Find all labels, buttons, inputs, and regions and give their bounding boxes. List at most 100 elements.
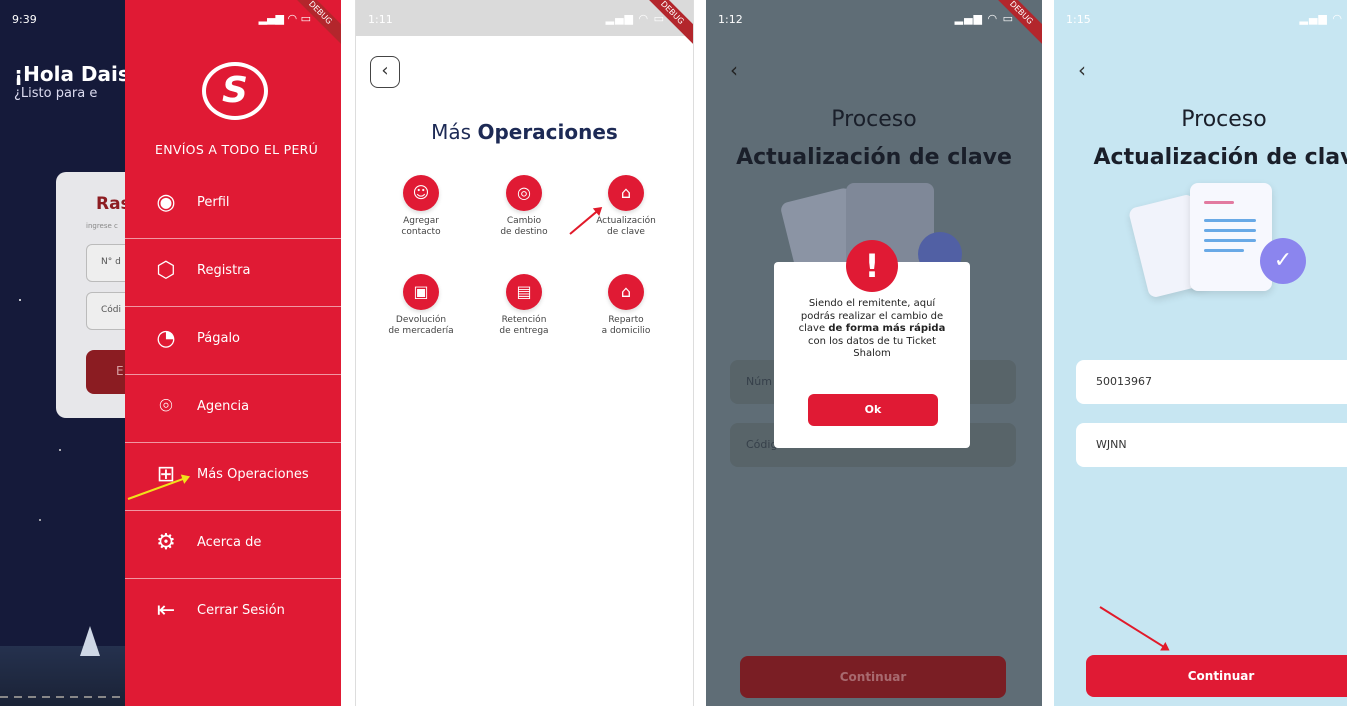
menu-item-pagalo[interactable]: ◔ Págalo: [125, 306, 341, 375]
screen-menu: 9:39 ¡Hola Dais ¿Listo para e Ras ingres…: [0, 0, 341, 706]
status-bar: 1:15 ▂▄▆ ◠: [1054, 0, 1347, 36]
chevron-left-icon: ‹: [730, 58, 738, 82]
status-bar: 1:11 ▂▄▆ ◠ ▭ DEBUG: [356, 0, 693, 50]
pay-icon: ◔: [156, 326, 176, 351]
document-illustration: [1190, 183, 1272, 291]
menu-item-acerca-de[interactable]: ⚙ Acerca de: [125, 510, 341, 579]
ticket-number-input[interactable]: 50013967: [1076, 360, 1347, 404]
op-line1: Retención: [501, 315, 547, 325]
hold-box-icon: ▤: [506, 274, 542, 310]
status-time: 1:15: [1066, 13, 1091, 26]
add-contact-icon: ☺: [403, 175, 439, 211]
order-code-placeholder: Códi: [101, 305, 122, 315]
op-cambio-destino[interactable]: ◎ Cambio de destino: [479, 175, 569, 238]
continue-button[interactable]: Continuar: [1086, 655, 1347, 697]
logout-icon: ⇤: [156, 598, 176, 623]
home-icon: ⌂: [608, 274, 644, 310]
menu-item-label: Acerca de: [197, 535, 262, 550]
op-line1: Devolución: [395, 315, 447, 325]
gear-icon: ⚙: [156, 530, 176, 555]
doc-line: [1204, 249, 1244, 252]
op-reparto-domicilio[interactable]: ⌂ Reparto a domicilio: [581, 274, 671, 337]
op-line2: a domicilio: [601, 326, 651, 336]
continue-button[interactable]: Continuar: [740, 656, 1006, 698]
back-button[interactable]: ‹: [730, 58, 738, 82]
chevron-left-icon: ‹: [1078, 58, 1086, 82]
status-time: 1:12: [718, 13, 743, 26]
back-button[interactable]: ‹: [1078, 58, 1086, 82]
ok-button[interactable]: Ok: [808, 394, 938, 426]
back-button[interactable]: ‹: [370, 56, 400, 88]
shalom-logo: S: [202, 62, 268, 120]
drawer-status-bar: ▂▄▆ ◠ ▭ DEBUG: [125, 0, 341, 50]
op-retencion-entrega[interactable]: ▤ Retención de entrega: [479, 274, 569, 337]
status-time: 1:11: [368, 13, 393, 26]
op-line2: de clave: [607, 227, 645, 237]
doc-line: [1204, 201, 1234, 204]
location-icon: ⌾: [159, 394, 173, 419]
side-drawer: ▂▄▆ ◠ ▭ DEBUG S ENVÍOS A TODO EL PERÚ ◉ …: [125, 0, 341, 706]
op-line2: contacto: [401, 227, 441, 237]
page-title-line2: Actualización de clav: [1093, 145, 1347, 170]
title-bold: Operaciones: [477, 120, 618, 144]
op-line1: Agregar: [403, 216, 439, 226]
menu-item-label: Cerrar Sesión: [197, 603, 285, 618]
op-line1: Actualización: [596, 216, 656, 226]
menu-item-label: Registra: [197, 263, 251, 278]
doc-line: [1204, 229, 1256, 232]
lock-icon: ⌂: [608, 175, 644, 211]
op-agregar-contacto[interactable]: ☺ Agregar contacto: [376, 175, 466, 238]
doc-line: [1204, 239, 1256, 242]
ticket-number-value: 50013967: [1096, 375, 1152, 388]
menu-item-mas-operaciones[interactable]: ⊞ Más Operaciones: [125, 442, 341, 511]
box-icon: ⬡: [156, 258, 176, 283]
title-light: Más: [431, 120, 472, 144]
order-number-placeholder: N° d: [101, 257, 121, 267]
menu-item-label: Agencia: [197, 399, 250, 414]
order-code-value: WJNN: [1096, 438, 1127, 451]
page-title-line1: Proceso: [831, 107, 917, 132]
road-illustration: [0, 696, 130, 698]
signal-icon: ▂▄▆ ◠ ▭: [954, 12, 1014, 25]
menu-item-cerrar-sesion[interactable]: ⇤ Cerrar Sesión: [125, 578, 341, 646]
greeting-subtitle: ¿Listo para e: [14, 86, 98, 101]
return-box-icon: ▣: [403, 274, 439, 310]
op-line1: Reparto: [608, 315, 644, 325]
menu-item-registra[interactable]: ⬡ Registra: [125, 238, 341, 307]
ticket-number-placeholder: Núm: [746, 375, 772, 388]
menu-item-perfil[interactable]: ◉ Perfil: [125, 170, 341, 239]
card-hint: ingrese c: [86, 222, 118, 230]
op-devolucion-mercaderia[interactable]: ▣ Devolución de mercadería: [376, 274, 466, 337]
screen-proceso-filled: 1:15 ▂▄▆ ◠ ‹ Proceso Actualización de cl…: [1054, 0, 1347, 706]
menu-item-agencia[interactable]: ⌾ Agencia: [125, 374, 341, 443]
op-line2: de destino: [500, 227, 548, 237]
boat-illustration: [80, 626, 100, 656]
page-title-line2: Actualización de clave: [736, 145, 1012, 170]
status-time: 9:39: [12, 13, 37, 26]
user-icon: ◉: [156, 190, 176, 215]
chevron-left-icon: ‹: [381, 60, 389, 81]
signal-icon: ▂▄▆ ◠ ▭: [258, 12, 311, 25]
screen-mas-operaciones: 1:11 ▂▄▆ ◠ ▭ DEBUG ‹ Más Operaciones ☺ A…: [355, 0, 694, 706]
signal-icon: ▂▄▆ ◠ ▭: [605, 12, 665, 25]
op-line2: de mercadería: [388, 326, 454, 336]
dialog-message-part2: con los datos de tu Ticket Shalom: [807, 335, 937, 360]
menu-item-label: Perfil: [197, 195, 230, 210]
op-line2: de entrega: [499, 326, 549, 336]
dialog-message: Siendo el remitente, aquí podrás realiza…: [792, 298, 952, 361]
red-annotation-arrow: [1099, 606, 1167, 650]
page-title-line1: Proceso: [1181, 107, 1267, 132]
doc-line: [1204, 219, 1256, 222]
change-destination-icon: ◎: [506, 175, 542, 211]
search-button-label: E: [116, 364, 124, 378]
order-code-input[interactable]: WJNN: [1076, 423, 1347, 467]
dialog-message-bold: de forma más rápida: [828, 323, 946, 334]
menu-item-label: Más Operaciones: [197, 467, 309, 482]
check-badge-icon: ✓: [1260, 238, 1306, 284]
signal-icon: ▂▄▆ ◠: [1299, 12, 1343, 25]
status-bar: 1:12 ▂▄▆ ◠ ▭ DEBUG: [706, 0, 1042, 50]
alert-icon: !: [846, 240, 898, 292]
screen-proceso-dialog: 1:12 ▂▄▆ ◠ ▭ DEBUG ‹ Proceso Actualizaci…: [706, 0, 1042, 706]
greeting-title: ¡Hola Dais: [14, 62, 130, 86]
page-title: Más Operaciones: [356, 120, 693, 144]
